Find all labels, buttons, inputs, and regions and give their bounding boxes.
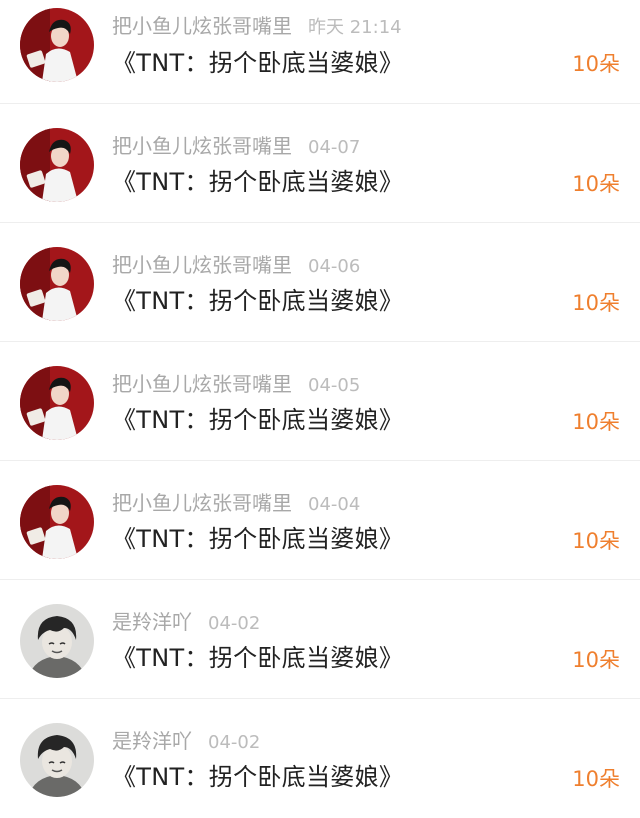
avatar-red-icon	[20, 247, 94, 321]
item-meta: 把小鱼儿炫张哥嘴里 昨天 21:14	[112, 14, 402, 40]
item-meta: 把小鱼儿炫张哥嘴里 04-07	[112, 134, 360, 160]
list-item[interactable]: 把小鱼儿炫张哥嘴里 04-04 《TNT：拐个卧底当婆娘》 10朵	[0, 461, 640, 580]
item-title[interactable]: 《TNT：拐个卧底当婆娘》	[112, 48, 403, 78]
item-title[interactable]: 《TNT：拐个卧底当婆娘》	[112, 643, 403, 673]
avatar-red-icon	[20, 8, 94, 82]
timestamp: 04-02	[208, 732, 261, 753]
list-item[interactable]: 是羚洋吖 04-02 《TNT：拐个卧底当婆娘》 10朵	[0, 699, 640, 818]
list-item[interactable]: 把小鱼儿炫张哥嘴里 04-05 《TNT：拐个卧底当婆娘》 10朵	[0, 342, 640, 461]
avatar[interactable]	[20, 8, 94, 82]
list-item[interactable]: 把小鱼儿炫张哥嘴里 昨天 21:14 《TNT：拐个卧底当婆娘》 10朵	[0, 0, 640, 104]
username[interactable]: 把小鱼儿炫张哥嘴里	[112, 253, 292, 277]
item-title[interactable]: 《TNT：拐个卧底当婆娘》	[112, 167, 403, 197]
timestamp: 04-05	[308, 375, 361, 396]
timestamp: 昨天 21:14	[308, 17, 402, 38]
avatar[interactable]	[20, 604, 94, 678]
timestamp: 04-02	[208, 613, 261, 634]
item-meta: 是羚洋吖 04-02	[112, 729, 260, 755]
avatar[interactable]	[20, 128, 94, 202]
avatar-dark-icon	[20, 723, 94, 797]
gift-count: 10朵	[572, 529, 620, 553]
item-meta: 是羚洋吖 04-02	[112, 610, 260, 636]
username[interactable]: 是羚洋吖	[112, 729, 192, 753]
timestamp: 04-07	[308, 137, 361, 158]
timestamp: 04-06	[308, 256, 361, 277]
username[interactable]: 把小鱼儿炫张哥嘴里	[112, 491, 292, 515]
item-title[interactable]: 《TNT：拐个卧底当婆娘》	[112, 286, 403, 316]
gift-count: 10朵	[572, 410, 620, 434]
username[interactable]: 是羚洋吖	[112, 610, 192, 634]
gift-record-list: 把小鱼儿炫张哥嘴里 昨天 21:14 《TNT：拐个卧底当婆娘》 10朵 把小鱼儿…	[0, 0, 640, 818]
list-item[interactable]: 把小鱼儿炫张哥嘴里 04-07 《TNT：拐个卧底当婆娘》 10朵	[0, 104, 640, 223]
avatar[interactable]	[20, 723, 94, 797]
avatar[interactable]	[20, 247, 94, 321]
item-meta: 把小鱼儿炫张哥嘴里 04-06	[112, 253, 360, 279]
avatar[interactable]	[20, 366, 94, 440]
gift-count: 10朵	[572, 767, 620, 791]
item-title[interactable]: 《TNT：拐个卧底当婆娘》	[112, 762, 403, 792]
gift-count: 10朵	[572, 291, 620, 315]
item-title[interactable]: 《TNT：拐个卧底当婆娘》	[112, 524, 403, 554]
gift-count: 10朵	[572, 648, 620, 672]
item-meta: 把小鱼儿炫张哥嘴里 04-04	[112, 491, 360, 517]
gift-count: 10朵	[572, 52, 620, 76]
username[interactable]: 把小鱼儿炫张哥嘴里	[112, 14, 292, 38]
username[interactable]: 把小鱼儿炫张哥嘴里	[112, 134, 292, 158]
avatar[interactable]	[20, 485, 94, 559]
gift-count: 10朵	[572, 172, 620, 196]
timestamp: 04-04	[308, 494, 361, 515]
item-title[interactable]: 《TNT：拐个卧底当婆娘》	[112, 405, 403, 435]
avatar-red-icon	[20, 366, 94, 440]
item-meta: 把小鱼儿炫张哥嘴里 04-05	[112, 372, 360, 398]
list-item[interactable]: 把小鱼儿炫张哥嘴里 04-06 《TNT：拐个卧底当婆娘》 10朵	[0, 223, 640, 342]
username[interactable]: 把小鱼儿炫张哥嘴里	[112, 372, 292, 396]
list-item[interactable]: 是羚洋吖 04-02 《TNT：拐个卧底当婆娘》 10朵	[0, 580, 640, 699]
avatar-red-icon	[20, 485, 94, 559]
avatar-red-icon	[20, 128, 94, 202]
avatar-dark-icon	[20, 604, 94, 678]
